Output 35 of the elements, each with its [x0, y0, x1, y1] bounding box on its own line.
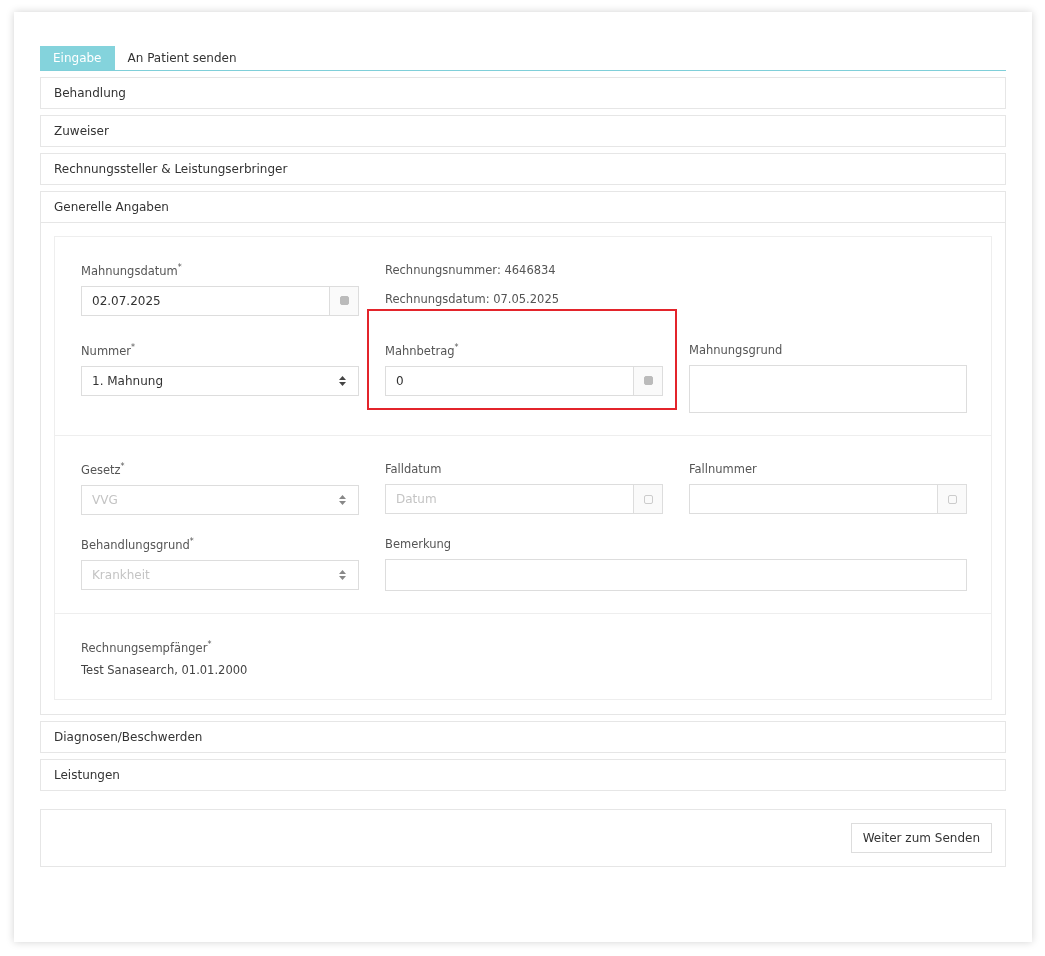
- input-field[interactable]: 02.07.2025: [81, 285, 359, 316]
- calendar-button[interactable]: [329, 286, 358, 315]
- field-label: Nummer$^{*}$: [81, 343, 137, 358]
- next-button[interactable]: Weiter zum Senden: [850, 822, 992, 853]
- field-label: Fallnummer: [689, 462, 758, 476]
- sort-caret-icon: [339, 375, 346, 386]
- tab[interactable]: An Patient senden: [114, 46, 250, 70]
- textarea-field[interactable]: [689, 365, 967, 413]
- input-field[interactable]: 0: [385, 365, 663, 396]
- input-field[interactable]: [385, 558, 967, 591]
- square-icon: [339, 296, 349, 306]
- info-text: Rechnungsnummer: 4646834: [385, 263, 557, 277]
- field-label: Falldatum: [385, 462, 443, 476]
- sort-caret-icon: [339, 569, 346, 580]
- field-label: Bemerkung: [385, 536, 453, 551]
- field-label: Mahnungsdatum$^{*}$: [81, 263, 183, 278]
- sort-caret-icon: [339, 494, 346, 505]
- accordion-header[interactable]: Diagnosen/Beschwerden: [41, 721, 1005, 752]
- field-label: Mahnbetrag$^{*}$: [385, 343, 460, 358]
- square-icon: [643, 494, 653, 504]
- accordion-header[interactable]: Zuweiser: [41, 116, 1005, 146]
- accordion-header[interactable]: Generelle Angaben: [41, 192, 1005, 223]
- field-label: Mahnungsgrund: [689, 343, 784, 357]
- square-icon: [947, 494, 957, 504]
- field-label: Gesetz$^{*}$: [81, 462, 126, 477]
- square-icon: [643, 376, 653, 386]
- info-text: Rechnungsdatum: 07.05.2025: [385, 292, 561, 306]
- recipient-text: Test Sanasearch, 01.01.2000: [81, 662, 249, 677]
- accordion-header[interactable]: Behandlung: [41, 78, 1005, 108]
- select-field[interactable]: 1. Mahnung: [81, 365, 359, 396]
- accordion-header[interactable]: Leistungen: [41, 759, 1005, 790]
- field-label: Rechnungsempfänger$^{*}$: [81, 639, 213, 655]
- field-label: Behandlungsgrund$^{*}$: [81, 536, 195, 552]
- calendar-button[interactable]: [633, 366, 662, 395]
- accordion-header[interactable]: Rechnungssteller & Leistungserbringer: [41, 154, 1005, 184]
